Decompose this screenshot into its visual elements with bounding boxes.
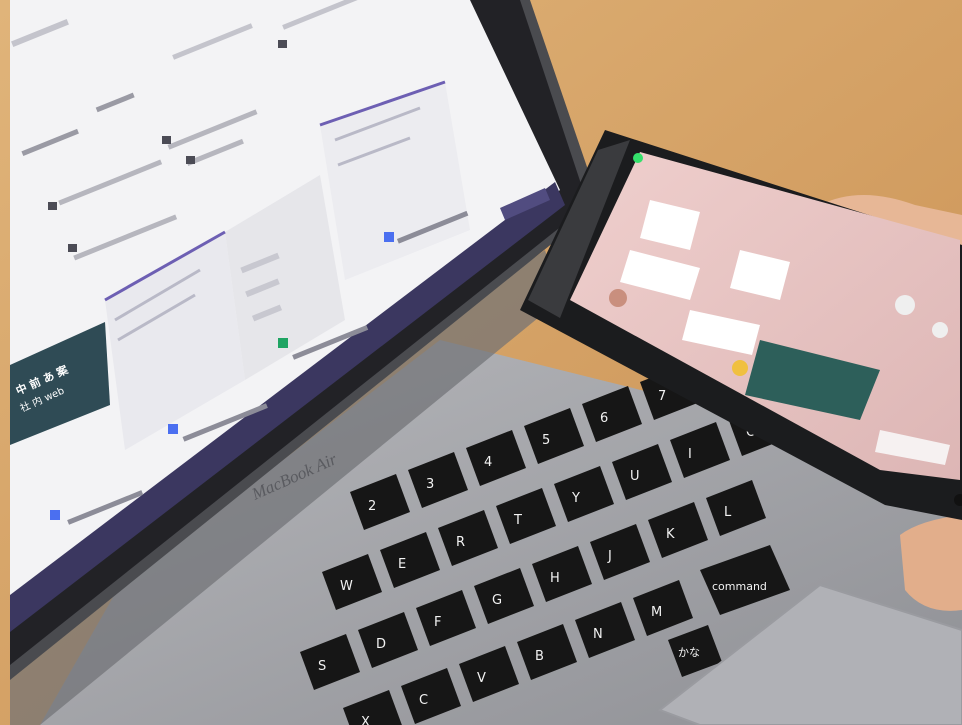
key-label: 2	[368, 499, 376, 514]
sheet-icon	[278, 338, 288, 348]
folder-icon	[68, 244, 77, 252]
key-label: 6	[600, 411, 608, 426]
key-label: L	[724, 505, 732, 520]
folder-icon	[162, 136, 171, 144]
key-label: J	[607, 549, 612, 564]
key-label: I	[688, 447, 692, 462]
add-icon[interactable]	[932, 322, 948, 338]
doc-icon	[168, 424, 178, 434]
key-label: C	[419, 693, 428, 708]
key-label: かな	[678, 646, 700, 659]
key-label: W	[340, 579, 353, 594]
key-label: 5	[542, 433, 550, 448]
photo-scene: 中 前 あ 案 社 内 web MacBook Air 234567890WER…	[0, 0, 962, 725]
folder-icon	[48, 202, 57, 210]
key-label: D	[376, 637, 386, 652]
key-label: F	[434, 615, 441, 630]
key-label: G	[492, 593, 502, 608]
doc-icon	[384, 232, 394, 242]
key-label: command	[712, 580, 767, 593]
key-label: E	[398, 557, 406, 572]
key-label: S	[318, 659, 326, 674]
sticker	[732, 360, 748, 376]
key-label: T	[513, 513, 522, 528]
key-label: V	[477, 671, 486, 686]
key-label: K	[666, 527, 675, 542]
key-label: R	[456, 535, 465, 550]
status-led	[633, 153, 643, 163]
key-label: M	[651, 605, 662, 620]
send-icon[interactable]	[895, 295, 915, 315]
key-label: N	[593, 627, 603, 642]
key-label: H	[550, 571, 560, 586]
avatar	[609, 289, 627, 307]
key-label: 3	[426, 477, 434, 492]
folder-icon	[278, 40, 287, 48]
key-label: U	[630, 469, 640, 484]
key-label: X	[361, 715, 370, 725]
key-label: B	[535, 649, 544, 664]
key-label: 4	[484, 455, 492, 470]
folder-icon	[186, 156, 195, 164]
key-label: 7	[658, 389, 666, 404]
key-label: Y	[571, 491, 580, 506]
doc-icon	[50, 510, 60, 520]
